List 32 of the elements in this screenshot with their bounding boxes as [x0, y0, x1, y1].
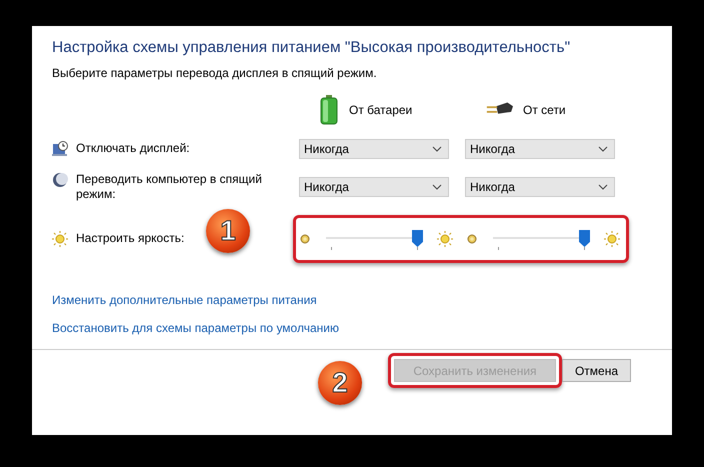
dropdown[interactable]: Никогда: [465, 139, 615, 159]
column-heading: От сети: [523, 103, 566, 117]
chevron-icon: [598, 184, 608, 190]
setting-label: Переводить компьютер в спящий режим:: [76, 172, 263, 202]
dim-icon: [300, 234, 310, 244]
sun-icon: [604, 231, 620, 247]
sun-icon: [52, 231, 68, 247]
slider-thumb[interactable]: [412, 230, 423, 247]
dropdown[interactable]: Никогда: [299, 177, 449, 197]
brightness-slider[interactable]: [493, 228, 590, 250]
battery-icon: [319, 95, 339, 125]
cancel-button[interactable]: Отмена: [562, 359, 631, 382]
dialog-title: Настройка схемы управления питанием "Высокая производительность": [52, 39, 572, 57]
chevron-icon: [432, 146, 442, 152]
sun-icon: [437, 231, 453, 247]
link[interactable]: Изменить дополнительные параметры питания: [52, 293, 317, 307]
link[interactable]: Восстановить для схемы параметры по умолчанию: [52, 321, 339, 335]
dropdown[interactable]: Никогда: [465, 177, 615, 197]
slider-thumb[interactable]: [579, 230, 590, 247]
dim-icon: [467, 234, 477, 244]
setting-label: Настроить яркость:: [76, 231, 184, 246]
monitor-clock-icon: [52, 141, 68, 157]
step-badge: 1: [206, 209, 250, 253]
brightness-slider[interactable]: [326, 228, 423, 250]
chevron-icon: [432, 184, 442, 190]
setting-label: Отключать дисплей:: [76, 141, 190, 156]
instruction-text: Выберите параметры перевода дисплея в спящий режим.: [52, 66, 378, 80]
chevron-icon: [598, 146, 608, 152]
column-heading: От батареи: [349, 103, 412, 117]
step-badge: 2: [318, 361, 362, 405]
moon-icon: [52, 172, 68, 188]
dropdown[interactable]: Никогда: [299, 139, 449, 159]
